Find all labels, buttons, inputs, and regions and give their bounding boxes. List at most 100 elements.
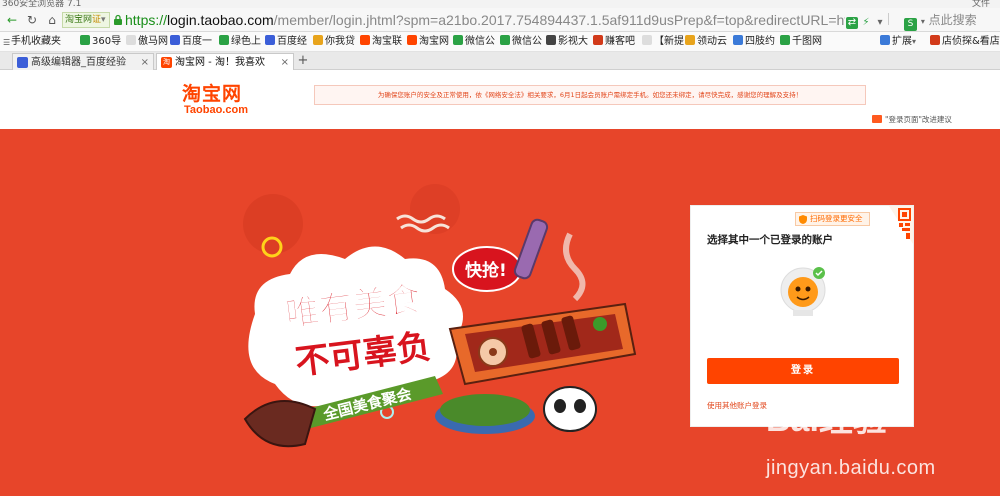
bookmark-label: 千图网 <box>792 36 822 47</box>
bookmark-label: 淘宝网 <box>419 36 449 47</box>
search-engine-icon[interactable]: S <box>904 18 917 31</box>
bookmark-item[interactable]: 【新提 <box>642 35 684 49</box>
bookmark-label: 傲马网 <box>138 36 168 47</box>
translate-icon[interactable]: ⇄ <box>846 17 858 29</box>
account-avatar[interactable] <box>779 266 827 318</box>
divider <box>888 13 889 25</box>
bookmark-label: 四肢约 <box>745 36 775 47</box>
url-host: login.taobao.com <box>167 12 274 28</box>
url-path: /member/login.jhtml?spm=a21bo.2017.75489… <box>273 12 845 28</box>
other-account-link[interactable]: 使用其他账户登录 <box>707 400 767 411</box>
search-input[interactable]: S ▾ 点此搜索 <box>904 12 1000 31</box>
bookmark-label: 赚客吧 <box>605 36 635 47</box>
address-bar: ← ↻ ⌂ 淘宝网证▾ https://login.taobao.com/mem… <box>0 8 1000 32</box>
refresh-icon[interactable]: ↻ <box>24 12 40 28</box>
bookmark-item[interactable]: 绿色上 <box>219 35 261 49</box>
bookmark-label: 微信公 <box>512 36 542 47</box>
lock-icon <box>114 14 122 25</box>
bookmark-item[interactable]: 百度一 <box>170 35 212 49</box>
feedback-label: "登录页面"改进建议 <box>885 115 952 124</box>
window-titlebar: 360安全浏览器 7.1 文件 <box>0 0 1000 8</box>
bookmark-label: 百度经 <box>277 36 307 47</box>
paw-icon <box>170 35 180 45</box>
page-icon <box>126 35 136 45</box>
bookmark-item[interactable]: 赚客吧 <box>593 35 635 49</box>
new-tab-button[interactable]: + <box>296 54 310 68</box>
bookmark-favicon-icon <box>733 35 743 45</box>
watermark-url: jingyan.baidu.com <box>766 457 936 479</box>
login-title: 选择其中一个已登录的账户 <box>707 234 833 246</box>
logo-cn: 淘宝网 <box>182 83 243 105</box>
bookmark-item[interactable]: ☰手机收藏夹 <box>3 35 61 49</box>
bookmarks-bar: ☰手机收藏夹 360导 傲马网 百度一 绿色上 百度经 你我贷 淘宝联 淘宝网 … <box>0 32 1000 52</box>
bookmark-label: 微信公 <box>465 36 495 47</box>
taobao-icon: 淘 <box>161 57 172 68</box>
bookmark-item[interactable]: 淘宝联 <box>360 35 402 49</box>
bookmark-item[interactable]: 微信公 <box>500 35 542 49</box>
bookmark-item[interactable]: 傲马网 <box>126 35 168 49</box>
search-placeholder: 点此搜索 <box>928 13 977 27</box>
url-scheme: https:// <box>125 12 168 28</box>
food-festival-illustration: 唯有美食 不可辜负 全国美食聚会 快抢! <box>243 184 637 448</box>
bookmark-label: 影视大 <box>558 36 588 47</box>
bookmark-label: 百度一 <box>182 36 212 47</box>
tab-strip: 高级编辑器_百度经验 × 淘 淘宝网 - 淘！我喜欢 × + <box>0 52 1000 70</box>
lightning-icon[interactable]: ⚡ <box>860 17 872 29</box>
home-icon[interactable]: ⌂ <box>44 12 60 28</box>
extensions-button[interactable]: 扩展▾ <box>880 35 916 49</box>
bookmark-item[interactable]: 360导 <box>80 35 121 49</box>
bookmark-item[interactable]: 淘宝网 <box>407 35 449 49</box>
taobao-icon <box>407 35 417 45</box>
close-icon[interactable]: × <box>281 54 289 70</box>
address-bar-actions: ⇄ ⚡ ▾ <box>846 13 900 29</box>
extensions-label: 扩展 <box>892 36 912 47</box>
site-identity-badge[interactable]: 淘宝网证▾ <box>62 12 110 28</box>
star-menu-icon: ☰ <box>3 38 11 47</box>
security-notice: 为确保您账户的安全及正常使用，依《网络安全法》相关要求，6月1日起会员账户需绑定… <box>314 85 866 105</box>
search-engine-chevron-icon[interactable]: ▾ <box>921 17 925 26</box>
bookmark-item[interactable]: 千图网 <box>780 35 822 49</box>
bubble-text: 快抢! <box>465 260 507 281</box>
bookmark-item[interactable]: 领动云 <box>685 35 727 49</box>
chat-icon <box>872 115 882 123</box>
bookmark-item[interactable]: 百度经 <box>265 35 307 49</box>
bookmark-favicon-icon <box>780 35 790 45</box>
paw-icon <box>17 57 28 68</box>
chevron-down-icon[interactable]: ▾ <box>874 17 886 29</box>
bookmark-favicon-icon <box>219 35 229 45</box>
bookmark-label: 绿色上 <box>231 36 261 47</box>
site-badge-label: 淘宝网 <box>65 15 93 25</box>
bookmark-item[interactable]: 店侦探&看店 <box>930 35 1000 49</box>
file-menu[interactable]: 文件 <box>972 0 990 8</box>
bookmark-favicon-icon <box>930 35 940 45</box>
page-icon <box>642 35 652 45</box>
bookmark-favicon-icon <box>313 35 323 45</box>
tab-baidu-jingyan[interactable]: 高级编辑器_百度经验 × <box>12 53 154 70</box>
back-arrow-icon[interactable]: ← <box>4 12 20 28</box>
qr-login-tip[interactable]: 扫码登录更安全 <box>795 212 870 226</box>
bookmark-item[interactable]: 四肢约 <box>733 35 775 49</box>
wechat-icon <box>453 35 463 45</box>
grid-icon <box>880 35 890 45</box>
film-icon <box>546 35 556 45</box>
taobao-icon <box>360 35 370 45</box>
logo-en: Taobao.com <box>184 104 248 116</box>
tab-taobao[interactable]: 淘 淘宝网 - 淘！我喜欢 × <box>156 53 294 70</box>
bookmark-item[interactable]: 你我贷 <box>313 35 355 49</box>
bookmark-item[interactable]: 微信公 <box>453 35 495 49</box>
close-icon[interactable]: × <box>141 54 149 70</box>
qr-code-icon[interactable] <box>889 206 913 244</box>
url-input[interactable]: https://login.taobao.com/member/login.jh… <box>125 11 845 29</box>
promo-banner: 唯有美食 不可辜负 全国美食聚会 快抢! 扫码登录更安全 选择其中一个已登录的账… <box>0 129 1000 496</box>
taobao-logo[interactable]: 淘宝网 Taobao.com <box>182 83 254 117</box>
chevron-down-icon: ▾ <box>912 37 917 46</box>
chevron-down-icon: ▾ <box>101 15 106 25</box>
bookmark-item[interactable]: 影视大 <box>546 35 588 49</box>
login-button[interactable]: 登录 <box>707 358 899 384</box>
bookmark-favicon-icon <box>80 35 90 45</box>
page-header: 淘宝网 Taobao.com 为确保您账户的安全及正常使用，依《网络安全法》相关… <box>0 71 1000 129</box>
tab-label: 淘宝网 - 淘！我喜欢 <box>175 57 265 68</box>
bookmark-label: 领动云 <box>697 36 727 47</box>
feedback-link[interactable]: "登录页面"改进建议 <box>872 114 952 126</box>
bookmark-label: 手机收藏夹 <box>11 36 61 47</box>
